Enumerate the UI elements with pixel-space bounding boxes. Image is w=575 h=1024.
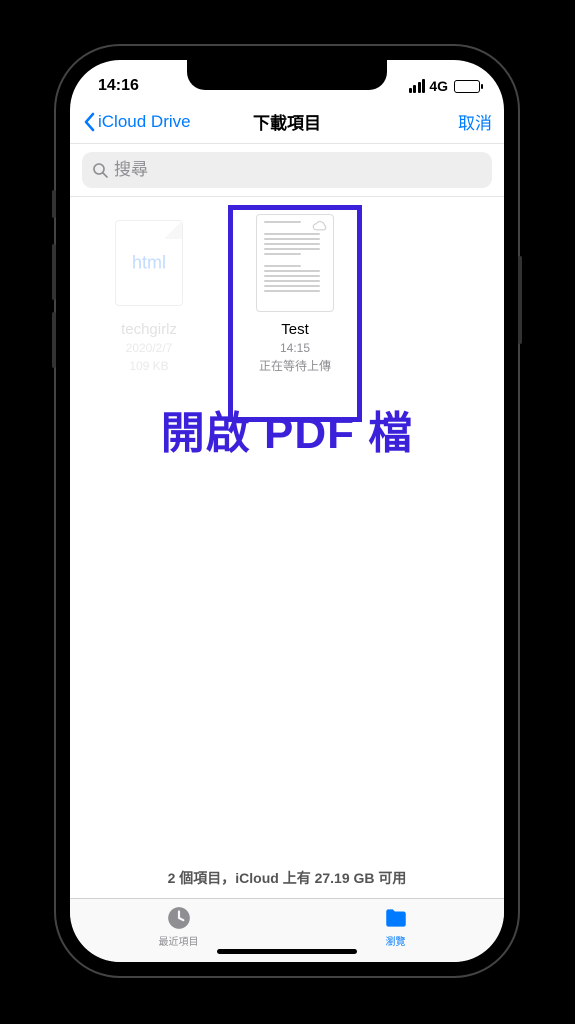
file-thumbnail [255,213,335,313]
volume-up-button [52,244,56,300]
file-item-html[interactable]: html techgirlz 2020/2/7 109 KB [90,213,208,374]
notch [187,60,387,90]
file-status: 正在等待上傳 [259,358,331,374]
file-name: techgirlz [121,321,177,338]
phone-frame: 14:16 4G iCloud Drive 下載項目 取消 [56,46,518,976]
status-time: 14:16 [98,77,139,95]
nav-bar: iCloud Drive 下載項目 取消 [70,100,504,144]
tab-browse[interactable]: 瀏覽 [356,905,436,948]
back-label: iCloud Drive [98,112,191,132]
cloud-upload-icon [311,219,329,233]
clock-icon [165,905,193,931]
page-title: 下載項目 [253,109,321,134]
file-name: Test [281,321,309,338]
cancel-button[interactable]: 取消 [458,109,492,134]
files-grid[interactable]: html techgirlz 2020/2/7 109 KB [70,197,504,858]
annotation-overlay: 開啟 PDF 檔 [70,397,504,461]
file-type-label: html [132,253,166,274]
file-date: 2020/2/7 [126,340,173,356]
home-indicator[interactable] [217,949,357,954]
volume-down-button [52,312,56,368]
search-container [70,144,504,197]
tab-recent[interactable]: 最近項目 [139,905,219,948]
folder-icon [382,905,410,931]
file-item-pdf[interactable]: Test 14:15 正在等待上傳 [236,213,354,374]
file-size: 109 KB [129,358,168,374]
search-field[interactable] [82,152,492,188]
tab-label: 最近項目 [159,933,199,948]
signal-icon [409,79,426,93]
search-icon [92,162,108,178]
search-input[interactable] [114,160,482,180]
tab-label: 瀏覽 [386,933,406,948]
power-button [518,256,522,344]
network-label: 4G [429,78,448,94]
chevron-left-icon [82,112,96,132]
battery-icon [454,80,480,93]
file-time: 14:15 [280,340,310,356]
storage-info: 2 個項目，iCloud 上有 27.19 GB 可用 [70,858,504,898]
screen: 14:16 4G iCloud Drive 下載項目 取消 [70,60,504,962]
status-right: 4G [409,78,480,94]
mute-switch [52,190,56,218]
file-thumbnail: html [109,213,189,313]
back-button[interactable]: iCloud Drive [82,112,191,132]
